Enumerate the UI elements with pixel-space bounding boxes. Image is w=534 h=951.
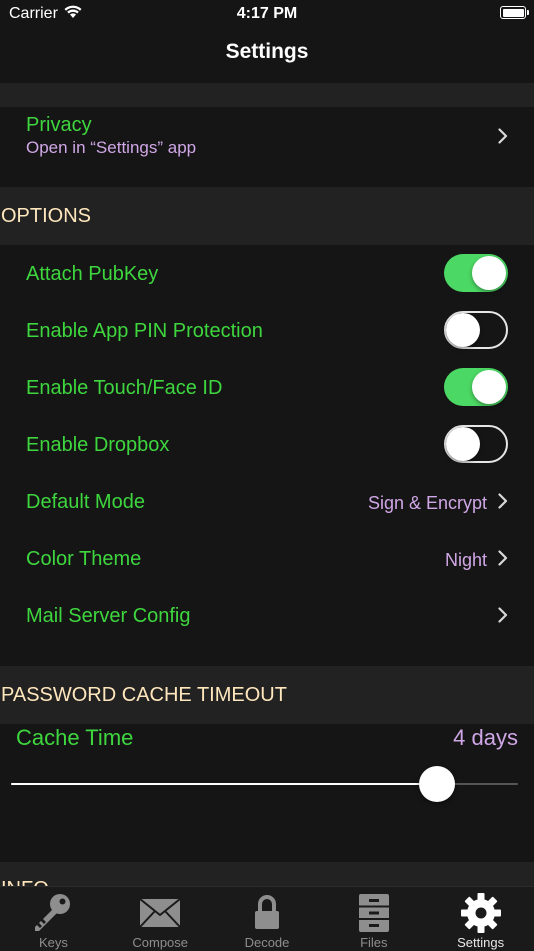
tab-settings-label: Settings xyxy=(457,935,505,950)
chevron-right-icon xyxy=(498,607,508,623)
privacy-title: Privacy xyxy=(26,114,92,136)
tab-settings[interactable]: Settings xyxy=(427,887,534,951)
dropbox-label: Enable Dropbox xyxy=(26,434,170,456)
tab-decode[interactable]: Decode xyxy=(214,887,321,951)
tab-compose[interactable]: Compose xyxy=(107,887,214,951)
lock-icon xyxy=(254,895,279,929)
chevron-right-icon xyxy=(498,128,508,144)
cache-section-header: PASSWORD CACHE TIMEOUT xyxy=(0,666,534,724)
attach-pubkey-toggle[interactable] xyxy=(444,254,508,292)
privacy-row[interactable]: Privacy Open in “Settings” app xyxy=(0,107,534,187)
app-pin-label: Enable App PIN Protection xyxy=(26,320,263,342)
chevron-right-icon xyxy=(498,550,508,566)
dropbox-row: Enable Dropbox xyxy=(0,416,534,473)
chevron-right-icon xyxy=(498,493,508,509)
dropbox-toggle[interactable] xyxy=(444,425,508,463)
options-header-label: OPTIONS xyxy=(1,205,92,227)
cache-time-label: Cache Time xyxy=(16,725,134,750)
attach-pubkey-row: Attach PubKey xyxy=(0,245,534,302)
color-theme-row[interactable]: Color Theme Night xyxy=(0,530,534,587)
file-cabinet-icon xyxy=(358,894,389,932)
touch-face-id-label: Enable Touch/Face ID xyxy=(26,377,223,399)
app-pin-toggle[interactable] xyxy=(444,311,508,349)
info-section-header: INFO xyxy=(0,862,534,888)
touch-face-id-row: Enable Touch/Face ID xyxy=(0,359,534,416)
tab-bar: Keys Compose Decode Files Settings xyxy=(0,886,534,951)
mail-server-config-label: Mail Server Config xyxy=(26,605,191,627)
section-spacer xyxy=(0,83,534,107)
default-mode-row[interactable]: Default Mode Sign & Encrypt xyxy=(0,473,534,530)
touch-face-id-toggle[interactable] xyxy=(444,368,508,406)
cache-header-label: PASSWORD CACHE TIMEOUT xyxy=(1,684,287,706)
attach-pubkey-label: Attach PubKey xyxy=(26,263,159,285)
slider-track-fill xyxy=(11,783,437,785)
envelope-icon xyxy=(139,898,181,928)
key-icon xyxy=(35,894,71,931)
app-pin-row: Enable App PIN Protection xyxy=(0,302,534,359)
gear-icon xyxy=(460,893,501,933)
cache-time-value: 4 days xyxy=(453,725,518,750)
slider-thumb[interactable] xyxy=(418,766,455,802)
tab-keys[interactable]: Keys xyxy=(0,887,107,951)
page-title: Settings xyxy=(225,40,309,63)
default-mode-value: Sign & Encrypt xyxy=(367,493,487,513)
tab-keys-label: Keys xyxy=(38,935,68,950)
tab-compose-label: Compose xyxy=(132,935,189,950)
mail-server-config-row[interactable]: Mail Server Config xyxy=(0,587,534,644)
tab-files[interactable]: Files xyxy=(320,887,427,951)
color-theme-label: Color Theme xyxy=(26,548,142,570)
options-section-header: OPTIONS xyxy=(0,187,534,245)
privacy-subtitle: Open in “Settings” app xyxy=(26,138,197,157)
cache-time-slider[interactable] xyxy=(11,766,518,802)
status-bar: Carrier 4:17 PM xyxy=(0,0,534,28)
status-time: 4:17 PM xyxy=(236,5,298,22)
tab-decode-label: Decode xyxy=(244,935,290,950)
color-theme-value: Night xyxy=(444,550,487,570)
battery-icon xyxy=(500,6,529,19)
tab-files-label: Files xyxy=(360,935,388,950)
default-mode-label: Default Mode xyxy=(26,491,145,513)
